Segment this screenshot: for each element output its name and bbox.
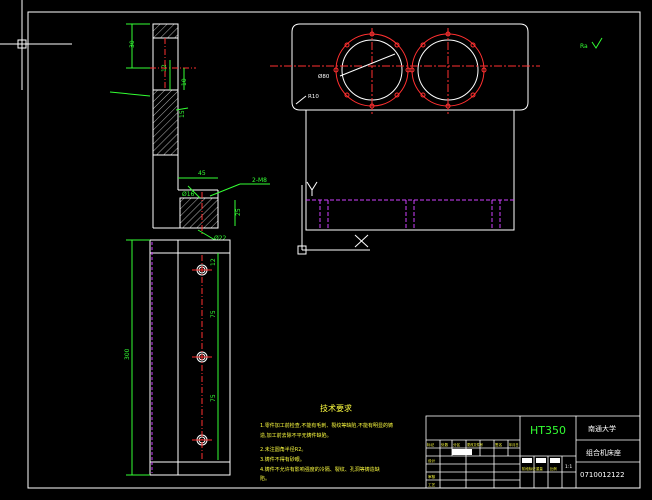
drawing-svg: 30 45 12 10 15 Ø16 25 2-M8 Ø22 300 75 75…: [0, 0, 641, 489]
stage-cell: 重量: [536, 466, 543, 471]
dim-text: 15: [179, 110, 186, 118]
tech-notes: 技术要求 1.零件加工前检查,不能有毛刺、裂纹等缺陷,不能有明显的铸 造,加工前…: [260, 403, 393, 482]
tech-note-line: 陷。: [260, 475, 270, 482]
title-block-texts: HT350 南通大学 组合机床座 0710012122 1:1 标记 处数 分区…: [427, 424, 625, 487]
title-block-fill: [522, 458, 532, 463]
stage-cell: 阶段标记: [522, 466, 536, 471]
front-dim-texts: Ø80 R10: [308, 73, 330, 100]
scale-text: 1:1: [565, 464, 572, 470]
header-cell: 年月日: [509, 442, 519, 447]
dim-text: 75: [210, 394, 217, 402]
tech-note-line: 造,加工前去除不平无铸件缺陷。: [260, 432, 332, 439]
dim-text: Ø22: [214, 235, 227, 242]
title-block-fill: [452, 449, 472, 455]
title-block-fill: [550, 458, 560, 463]
dim-text: Ø16: [182, 191, 195, 198]
title-block-fill: [536, 458, 546, 463]
tech-note-line: 3.铸件不得有砂眼。: [260, 456, 305, 463]
front-view: [291, 23, 529, 231]
roughness-symbol: [591, 37, 603, 49]
part-name-text: 组合机床座: [586, 448, 621, 457]
roughness-text: Ra: [580, 43, 588, 50]
header-cell: 标记: [427, 442, 435, 447]
bolt-circles: [270, 28, 540, 114]
dim-text: 10: [181, 78, 188, 86]
dim-text: 75: [210, 310, 217, 318]
section-view: [150, 23, 219, 235]
plan-dim-texts: 300 75 75 12: [124, 258, 217, 402]
tech-note-line: 4.铸件不允许有影响强度的冷隔、裂纹、孔洞等铸造缺: [260, 466, 380, 473]
tech-notes-heading: 技术要求: [320, 403, 352, 413]
cursor-crosshair: [0, 0, 72, 90]
stage-cell: 比例: [550, 466, 557, 471]
dim-text: 30: [129, 40, 136, 48]
header-cell: 签名: [495, 442, 503, 447]
dim-text: 12: [161, 64, 168, 72]
dim-text: 45: [198, 170, 206, 177]
cad-drawing-canvas: 30 45 12 10 15 Ø16 25 2-M8 Ø22 300 75 75…: [0, 0, 652, 500]
role-cell: 设计: [428, 458, 436, 463]
dim-text: Ø80: [318, 73, 330, 80]
ucs-icon: [297, 181, 370, 255]
role-cell: 工艺: [428, 482, 436, 487]
drawing-number-text: 0710012122: [580, 471, 625, 479]
material-text: HT350: [530, 424, 566, 437]
dim-text: 300: [124, 348, 131, 360]
school-text: 南通大学: [588, 424, 616, 433]
header-cell: 处数: [441, 442, 449, 447]
header-cell: 分区: [453, 442, 461, 447]
dim-text: 2-M8: [252, 177, 267, 184]
bolt-holes: [333, 31, 487, 109]
tech-note-line: 2.未注圆角半径R2。: [260, 446, 306, 453]
tech-note-line: 1.零件加工前检查,不能有毛刺、裂纹等缺陷,不能有明显的铸: [260, 422, 393, 429]
role-cell: 审核: [428, 474, 436, 479]
dim-text: R10: [308, 94, 319, 100]
header-cell: 更改文件号: [467, 442, 483, 447]
front-hidden-lines: [306, 199, 514, 230]
dim-text: 12: [210, 258, 217, 266]
dim-text: 25: [235, 208, 242, 216]
